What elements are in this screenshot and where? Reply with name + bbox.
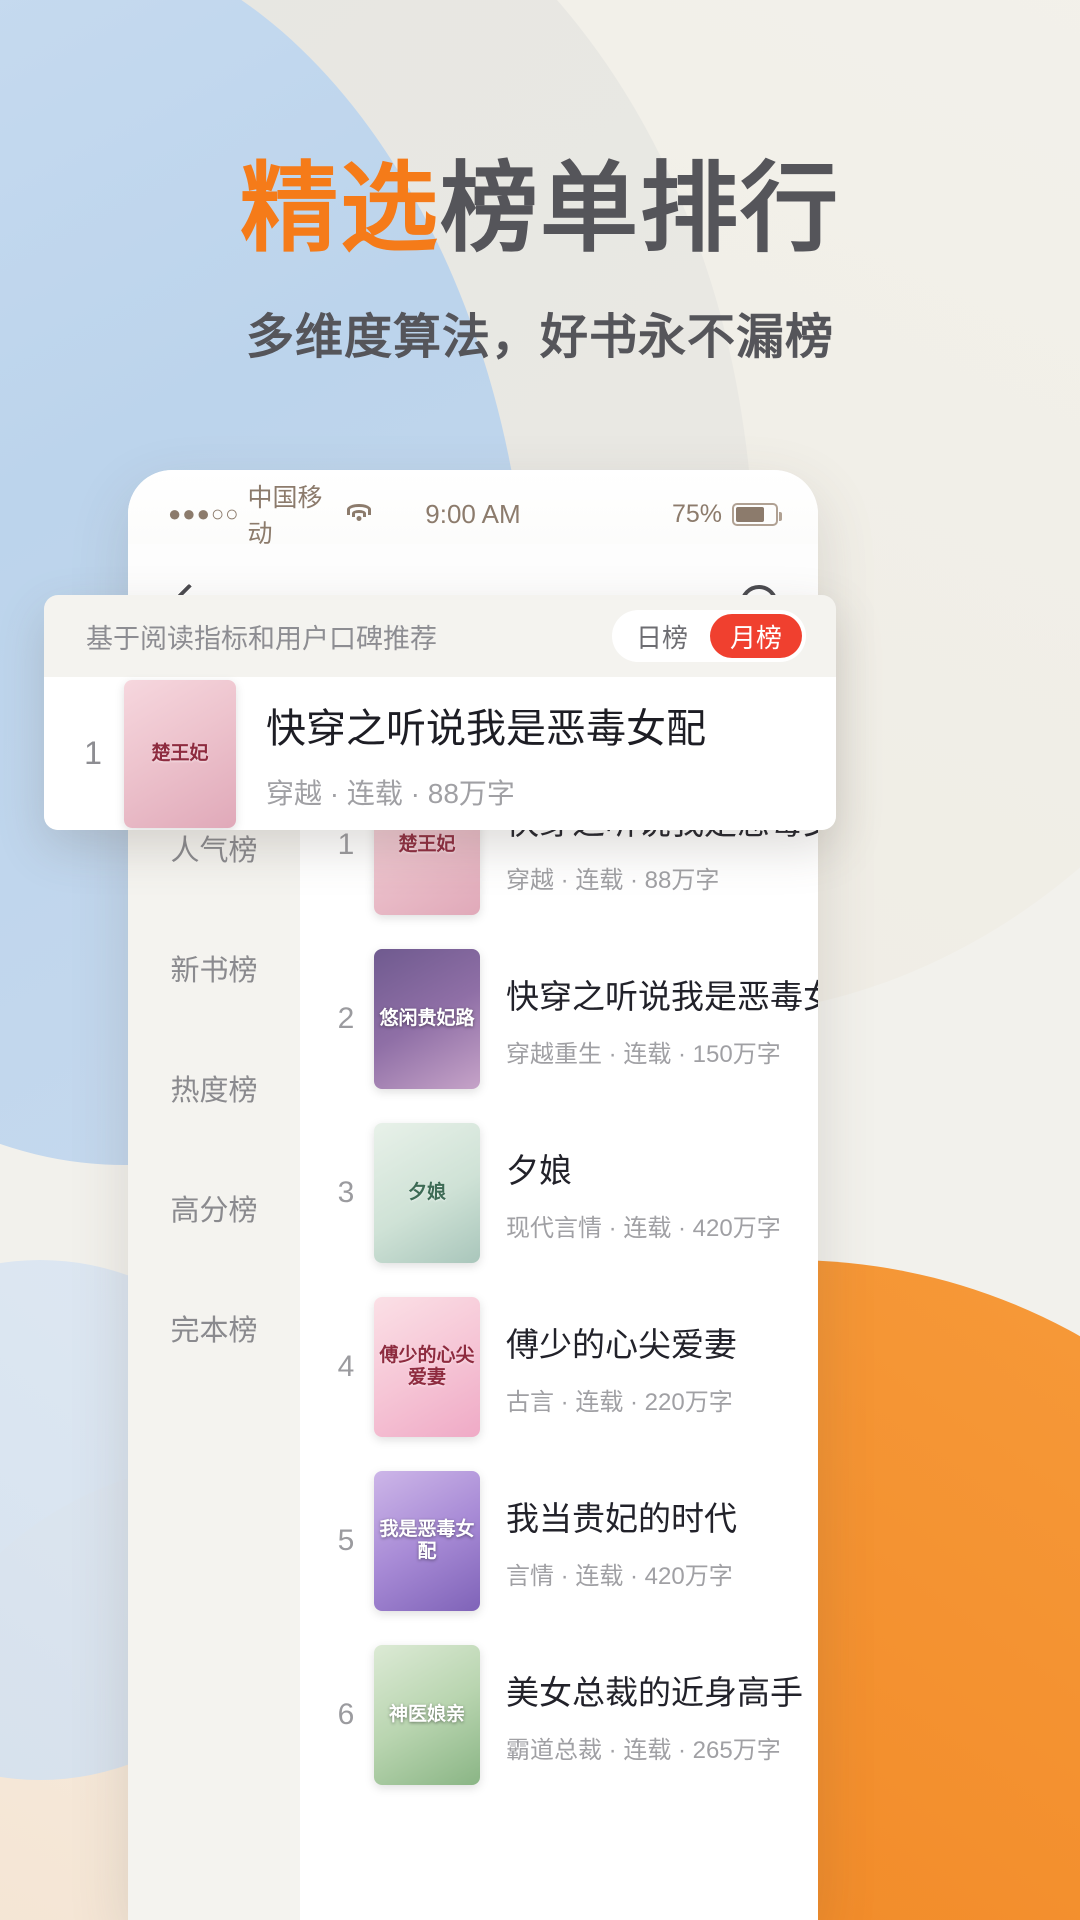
book-subtitle: 言情 · 连载 · 420万字 xyxy=(506,1562,733,1590)
highlight-period-tab-0[interactable]: 日榜 xyxy=(616,614,708,658)
book-cover-title: 神医娘亲 xyxy=(388,1704,465,1726)
page-title-rest: 榜单排行 xyxy=(440,153,841,263)
app-body: 主推榜人气榜新书榜热度榜高分榜完本榜 基于阅读指标和用户口碑推荐 日榜月榜 1楚… xyxy=(128,662,818,1920)
page-title: 精选榜单排行 xyxy=(0,153,1080,263)
ranking-list[interactable]: 基于阅读指标和用户口碑推荐 日榜月榜 1楚王妃快穿之听说我是恶毒女配穿越 · 连… xyxy=(300,662,818,1920)
sidebar-item-label: 完本榜 xyxy=(170,1315,258,1347)
book-cover[interactable]: 傅少的心尖爱妻 xyxy=(374,1297,480,1437)
sidebar-item-label: 人气榜 xyxy=(170,835,258,867)
battery-icon xyxy=(731,502,782,526)
book-row[interactable]: 3 夕娘 夕娘 现代言情 · 连载 · 420万字 xyxy=(300,1106,818,1280)
book-cover-title: 傅少的心尖爱妻 xyxy=(379,1345,475,1388)
book-cover[interactable]: 夕娘 xyxy=(374,1123,480,1263)
book-subtitle: 霸道总裁 · 连载 · 265万字 xyxy=(506,1736,781,1764)
book-cover[interactable]: 悠闲贵妃路 xyxy=(374,949,480,1089)
highlight-book-rank: 1 xyxy=(84,735,102,771)
highlight-book-row[interactable]: 1 楚王妃 快穿之听说我是恶毒女配 穿越 · 连载 · 88万字 xyxy=(44,677,836,830)
book-title: 美女总裁的近身高手 xyxy=(506,1673,803,1711)
highlight-period-toggle[interactable]: 日榜 月榜 xyxy=(612,610,806,662)
book-meta: 快穿之听说我是恶毒女配穿越重生 · 连载 · 150万字 xyxy=(506,970,818,1069)
status-bar-left: ●●●○○ 中国移动 xyxy=(168,478,372,550)
book-row[interactable]: 6 神医娘亲 美女总裁的近身高手霸道总裁 · 连载 · 265万字 xyxy=(300,1628,818,1802)
book-cover-title: 楚王妃 xyxy=(398,834,456,856)
sidebar-item-label: 热度榜 xyxy=(170,1075,258,1107)
sidebar-item-5[interactable]: 完本榜 xyxy=(128,1268,300,1388)
book-meta: 我当贵妃的时代言情 · 连载 · 420万字 xyxy=(506,1492,818,1591)
book-rank: 3 xyxy=(337,1176,355,1209)
book-subtitle: 穿越 · 连载 · 88万字 xyxy=(506,866,720,894)
book-rank: 4 xyxy=(337,1350,355,1383)
book-cover-title: 我是恶毒女配 xyxy=(379,1519,475,1562)
sidebar-item-label: 新书榜 xyxy=(170,955,258,987)
sidebar-item-3[interactable]: 热度榜 xyxy=(128,1028,300,1148)
book-cover[interactable]: 神医娘亲 xyxy=(374,1645,480,1785)
signal-dots-icon: ●●●○○ xyxy=(168,501,240,526)
carrier-label: 中国移动 xyxy=(247,484,323,548)
page-title-accent: 精选 xyxy=(239,153,440,263)
book-rank: 6 xyxy=(337,1698,355,1731)
highlight-book-title: 快穿之听说我是恶毒女配 xyxy=(266,706,706,751)
book-rows: 1 楚王妃快穿之听说我是恶毒女配 穿越 · 连载 · 88万字 2 悠闲贵妃路 快穿之听说… xyxy=(300,758,818,1802)
book-row[interactable]: 5 我是恶毒女配 我当贵妃的时代言情 · 连载 · 420万字 xyxy=(300,1454,818,1628)
book-title: 快穿之听说我是恶毒女配 xyxy=(506,977,818,1015)
book-subtitle: 现代言情 · 连载 · 420万字 xyxy=(506,1214,781,1242)
book-cover-title: 悠闲贵妃路 xyxy=(379,1008,475,1030)
book-row[interactable]: 2 悠闲贵妃路 快穿之听说我是恶毒女配穿越重生 · 连载 · 150万字 xyxy=(300,932,818,1106)
book-title: 傅少的心尖爱妻 xyxy=(506,1325,737,1363)
book-title: 夕娘 xyxy=(506,1151,572,1189)
highlight-card: 基于阅读指标和用户口碑推荐 日榜 月榜 1 楚王妃 快穿之听说我是恶毒女配 穿越 … xyxy=(44,595,836,830)
book-rank: 5 xyxy=(337,1524,355,1557)
highlight-card-header: 基于阅读指标和用户口碑推荐 日榜 月榜 xyxy=(44,595,836,677)
highlight-period-tab-1[interactable]: 月榜 xyxy=(710,614,802,658)
book-cover[interactable]: 我是恶毒女配 xyxy=(374,1471,480,1611)
book-cover-title: 夕娘 xyxy=(407,1182,446,1204)
book-meta: 傅少的心尖爱妻古言 · 连载 · 220万字 xyxy=(506,1318,818,1417)
sidebar-item-label: 高分榜 xyxy=(170,1195,258,1227)
page-subtitle: 多维度算法，好书永不漏榜 xyxy=(245,310,834,364)
book-subtitle: 古言 · 连载 · 220万字 xyxy=(506,1388,733,1416)
status-bar: ●●●○○ 中国移动 9:00 AM 75% xyxy=(128,470,818,548)
book-rank: 2 xyxy=(337,1002,355,1035)
highlight-book-cover[interactable]: 楚王妃 xyxy=(124,679,236,828)
sidebar-item-4[interactable]: 高分榜 xyxy=(128,1148,300,1268)
wifi-icon xyxy=(347,504,372,524)
status-bar-time: 9:00 AM xyxy=(425,498,521,529)
book-meta: 夕娘现代言情 · 连载 · 420万字 xyxy=(506,1144,818,1243)
book-rank: 1 xyxy=(337,828,355,861)
battery-percent-label: 75% xyxy=(671,499,722,528)
highlight-book-meta: 快穿之听说我是恶毒女配 穿越 · 连载 · 88万字 xyxy=(266,696,806,812)
highlight-card-note: 基于阅读指标和用户口碑推荐 xyxy=(86,623,437,654)
book-title: 我当贵妃的时代 xyxy=(506,1499,737,1537)
book-subtitle: 穿越重生 · 连载 · 150万字 xyxy=(506,1040,781,1068)
sidebar: 主推榜人气榜新书榜热度榜高分榜完本榜 xyxy=(128,662,300,1920)
status-bar-right: 75% xyxy=(575,499,782,529)
book-row[interactable]: 4 傅少的心尖爱妻 傅少的心尖爱妻古言 · 连载 · 220万字 xyxy=(300,1280,818,1454)
book-meta: 美女总裁的近身高手霸道总裁 · 连载 · 265万字 xyxy=(506,1666,818,1765)
highlight-cover-title: 楚王妃 xyxy=(151,742,209,764)
highlight-book-subtitle: 穿越 · 连载 · 88万字 xyxy=(266,777,515,809)
headline-block: 精选榜单排行 多维度算法，好书永不漏榜 xyxy=(0,153,1080,367)
sidebar-item-2[interactable]: 新书榜 xyxy=(128,908,300,1028)
